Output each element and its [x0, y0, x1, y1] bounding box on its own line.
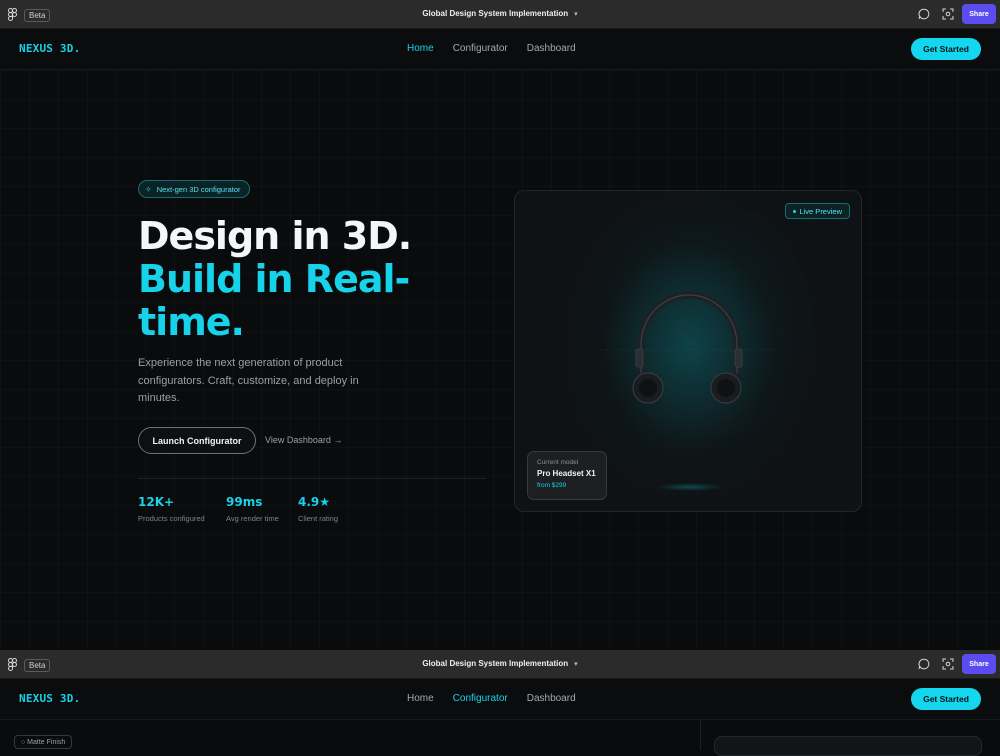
- stat-value: 99ms: [226, 495, 263, 509]
- brand-logo[interactable]: NEXUS 3D.: [19, 692, 80, 705]
- comment-icon[interactable]: [918, 658, 930, 670]
- comment-icon[interactable]: [918, 8, 930, 20]
- hero-title-line-2: Build in Real-: [138, 257, 410, 301]
- stat-label: Client rating: [298, 514, 339, 523]
- panel-divider: [700, 720, 701, 750]
- view-dashboard-link[interactable]: View Dashboard →: [265, 435, 342, 445]
- file-title[interactable]: Global Design System Implementation ▾: [0, 659, 1000, 668]
- main-nav: Home Configurator Dashboard: [407, 693, 595, 704]
- live-preview-label: Live Preview: [799, 206, 842, 216]
- headset-3d-model[interactable]: [601, 287, 777, 417]
- model-floor-shadow: [655, 483, 725, 491]
- stat-rating: 4.9★ Client rating: [298, 495, 338, 523]
- nav-link-home[interactable]: Home: [407, 693, 434, 704]
- configurator-peek: ○ Matte Finish: [0, 720, 1000, 756]
- get-started-button[interactable]: Get Started: [911, 688, 981, 710]
- share-button[interactable]: Share: [962, 4, 996, 24]
- site-header-2: NEXUS 3D. Home Configurator Dashboard Ge…: [0, 679, 1000, 720]
- figma-toolbar: Beta Global Design System Implementation…: [0, 0, 1000, 29]
- live-dot-icon: [793, 209, 797, 213]
- options-panel: [714, 736, 982, 756]
- hero-section: ✧ Next-gen 3D configurator Design in 3D.…: [0, 70, 1000, 650]
- nav-link-dashboard[interactable]: Dashboard: [527, 43, 576, 54]
- present-icon[interactable]: [942, 8, 954, 20]
- present-icon[interactable]: [942, 658, 954, 670]
- launch-configurator-button[interactable]: Launch Configurator: [138, 427, 256, 454]
- sparkle-icon: ✧: [145, 184, 152, 194]
- file-title-text: Global Design System Implementation: [422, 9, 569, 18]
- stat-products: 12K+ Products configured: [138, 495, 205, 523]
- hero-description: Experience the next generation of produc…: [138, 357, 359, 404]
- current-model-card: Current model Pro Headset X1 from $299: [527, 451, 607, 500]
- brand-logo[interactable]: NEXUS 3D.: [19, 42, 80, 55]
- hero-badge-text: Next-gen 3D configurator: [156, 184, 241, 194]
- file-title[interactable]: Global Design System Implementation ▾: [0, 9, 1000, 18]
- file-title-text: Global Design System Implementation: [422, 659, 569, 668]
- share-button[interactable]: Share: [962, 654, 996, 674]
- stat-value: 12K+: [138, 495, 175, 509]
- chevron-down-icon[interactable]: ▾: [574, 660, 578, 668]
- stat-label: Avg render time: [226, 514, 279, 523]
- stats-divider: [138, 478, 486, 479]
- nav-link-home[interactable]: Home: [407, 43, 434, 54]
- stat-value: 4.9★: [298, 495, 331, 509]
- current-model-price: from $299: [537, 482, 567, 489]
- chevron-down-icon[interactable]: ▾: [574, 10, 578, 18]
- current-model-caption: Current model: [537, 459, 579, 466]
- nav-link-configurator[interactable]: Configurator: [453, 693, 508, 704]
- hero-badge: ✧ Next-gen 3D configurator: [138, 180, 250, 198]
- stat-render-time: 99ms Avg render time: [226, 495, 279, 523]
- figma-toolbar-2: Beta Global Design System Implementation…: [0, 650, 1000, 679]
- hero-title-line-3: time.: [138, 300, 245, 344]
- main-nav: Home Configurator Dashboard: [407, 43, 595, 54]
- get-started-button[interactable]: Get Started: [911, 38, 981, 60]
- hero-title-line-1: Design in 3D.: [138, 214, 412, 258]
- stat-label: Products configured: [138, 514, 205, 523]
- nav-link-dashboard[interactable]: Dashboard: [527, 693, 576, 704]
- matte-finish-chip[interactable]: ○ Matte Finish: [14, 735, 73, 749]
- site-header: NEXUS 3D. Home Configurator Dashboard Ge…: [0, 29, 1000, 70]
- live-preview-badge: Live Preview: [785, 203, 850, 219]
- current-model-name: Pro Headset X1: [537, 469, 596, 478]
- product-preview-card[interactable]: Live Preview Current model Pro Headset X…: [514, 190, 862, 512]
- nav-link-configurator[interactable]: Configurator: [453, 43, 508, 54]
